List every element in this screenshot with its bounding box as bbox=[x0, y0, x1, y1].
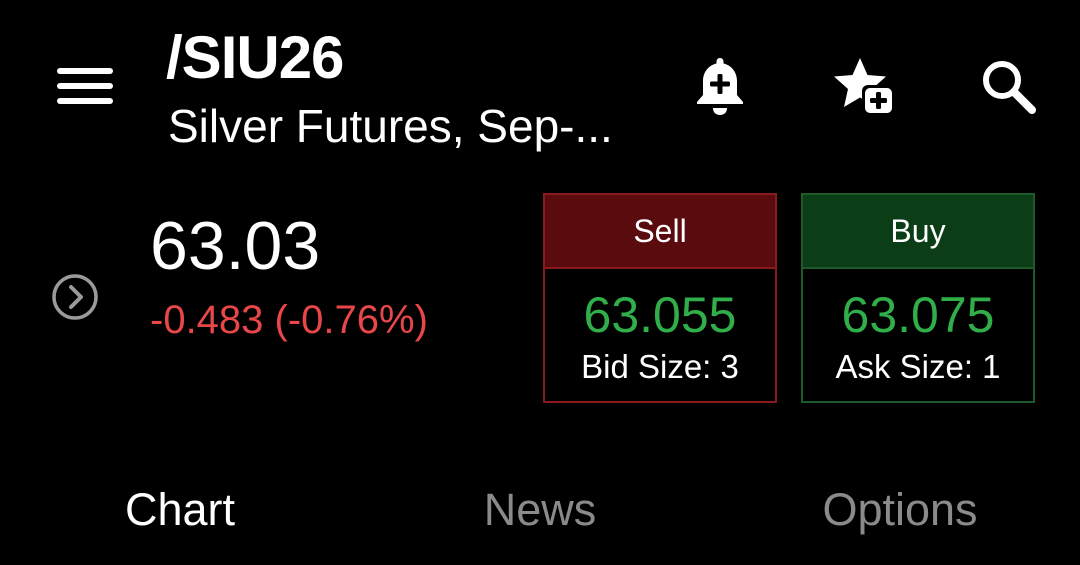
buy-header: Buy bbox=[803, 195, 1033, 269]
star-plus-icon bbox=[834, 58, 894, 115]
tab-options[interactable]: Options bbox=[790, 478, 1010, 548]
net-change: -0.483 (-0.76%) bbox=[150, 298, 428, 342]
instrument-description: Silver Futures, Sep-... bbox=[168, 100, 613, 152]
add-to-watchlist-button[interactable] bbox=[826, 48, 902, 124]
tab-chart[interactable]: Chart bbox=[80, 478, 280, 548]
search-button[interactable] bbox=[970, 48, 1046, 124]
buy-label: Buy bbox=[890, 212, 946, 249]
bid-price: 63.055 bbox=[583, 287, 737, 343]
search-icon bbox=[983, 61, 1036, 114]
last-price: 63.03 bbox=[150, 208, 321, 284]
bid-size: Bid Size: 3 bbox=[581, 348, 739, 385]
sell-button[interactable]: Sell 63.055 Bid Size: 3 bbox=[543, 193, 777, 403]
menu-icon bbox=[57, 68, 113, 104]
ask-size: Ask Size: 1 bbox=[835, 348, 1001, 385]
buy-button[interactable]: Buy 63.075 Ask Size: 1 bbox=[801, 193, 1035, 403]
chevron-right-circle-icon bbox=[52, 274, 98, 320]
tab-news[interactable]: News bbox=[440, 478, 640, 548]
menu-button[interactable] bbox=[40, 48, 130, 124]
sell-label: Sell bbox=[633, 212, 687, 249]
expand-quote-button[interactable] bbox=[44, 266, 106, 328]
ask-price: 63.075 bbox=[841, 287, 995, 343]
symbol-title: /SIU26 bbox=[166, 24, 344, 91]
bell-plus-icon bbox=[697, 58, 743, 115]
sell-header: Sell bbox=[545, 195, 775, 269]
add-alert-button[interactable] bbox=[682, 48, 758, 124]
